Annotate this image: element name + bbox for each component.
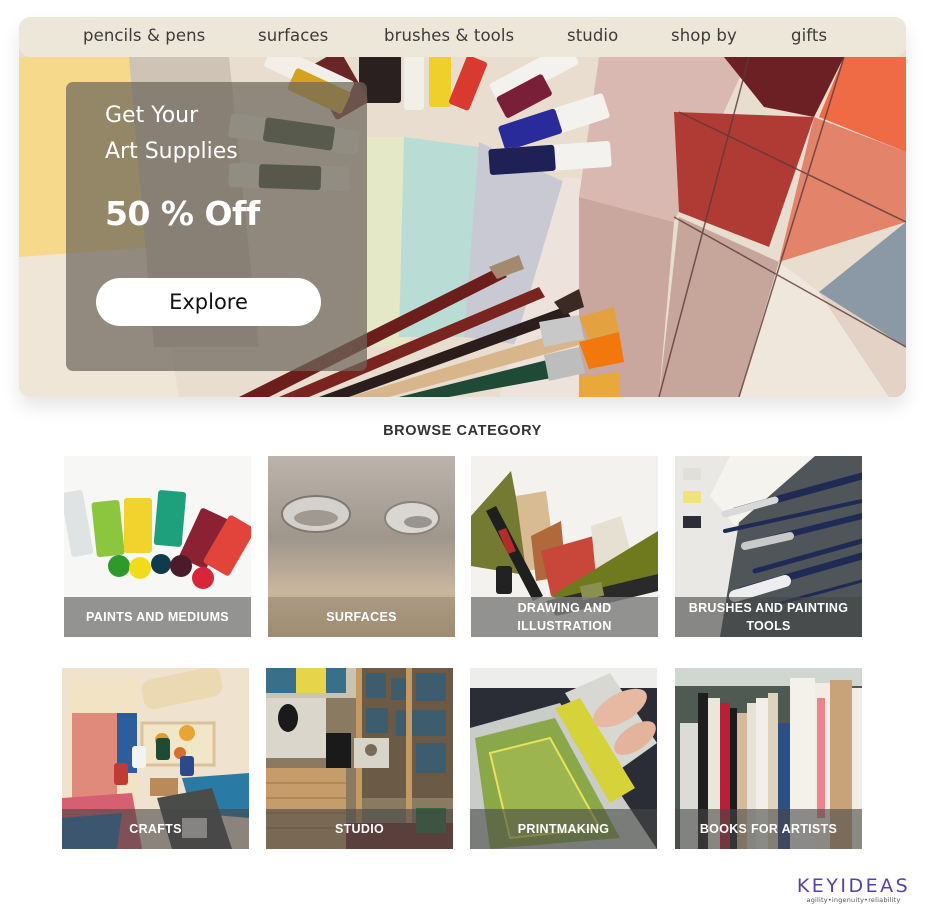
promo-headline-line1: Get Your: [105, 103, 199, 128]
nav-item-pencils-pens[interactable]: pencils & pens: [83, 26, 205, 45]
nav-item-brushes-tools[interactable]: brushes & tools: [384, 26, 514, 45]
category-label: SURFACES: [268, 597, 455, 637]
logo-wordmark: KEYIDEAS: [796, 875, 911, 897]
hero-banner: pencils & pens surfaces brushes & tools …: [19, 17, 906, 397]
category-label: CRAFTS: [62, 809, 249, 849]
nav-item-shop-by[interactable]: shop by: [671, 26, 737, 45]
category-card-studio[interactable]: STUDIO: [266, 668, 453, 849]
category-card-brushes-painting-tools[interactable]: BRUSHES AND PAINTING TOOLS: [675, 456, 862, 637]
browse-category-heading: BROWSE CATEGORY: [383, 423, 542, 439]
keyideas-logo: KEYIDEAS agility•ingenuity•reliability: [796, 876, 911, 904]
explore-button[interactable]: Explore: [96, 278, 321, 326]
category-label: BRUSHES AND PAINTING TOOLS: [675, 597, 862, 637]
promo-panel: Get Your Art Supplies 50 % Off Explore: [66, 82, 367, 371]
category-label: PRINTMAKING: [470, 809, 657, 849]
category-card-printmaking[interactable]: PRINTMAKING: [470, 668, 657, 849]
category-card-crafts[interactable]: CRAFTS: [62, 668, 249, 849]
category-card-drawing-illustration[interactable]: DRAWING AND ILLUSTRATION: [471, 456, 658, 637]
logo-tagline: agility•ingenuity•reliability: [806, 896, 901, 904]
category-label: DRAWING AND ILLUSTRATION: [471, 597, 658, 637]
category-card-paints-mediums[interactable]: PAINTS AND MEDIUMS: [64, 456, 251, 637]
main-nav: pencils & pens surfaces brushes & tools …: [19, 17, 906, 57]
category-card-books-for-artists[interactable]: BOOKS FOR ARTISTS: [675, 668, 862, 849]
category-label: BOOKS FOR ARTISTS: [675, 809, 862, 849]
nav-item-gifts[interactable]: gifts: [791, 26, 827, 45]
promo-discount: 50 % Off: [105, 194, 260, 233]
nav-item-studio[interactable]: studio: [567, 26, 618, 45]
category-label: STUDIO: [266, 809, 453, 849]
category-label: PAINTS AND MEDIUMS: [64, 597, 251, 637]
category-card-surfaces[interactable]: SURFACES: [268, 456, 455, 637]
nav-item-surfaces[interactable]: surfaces: [258, 26, 328, 45]
promo-headline-line2: Art Supplies: [105, 139, 238, 164]
